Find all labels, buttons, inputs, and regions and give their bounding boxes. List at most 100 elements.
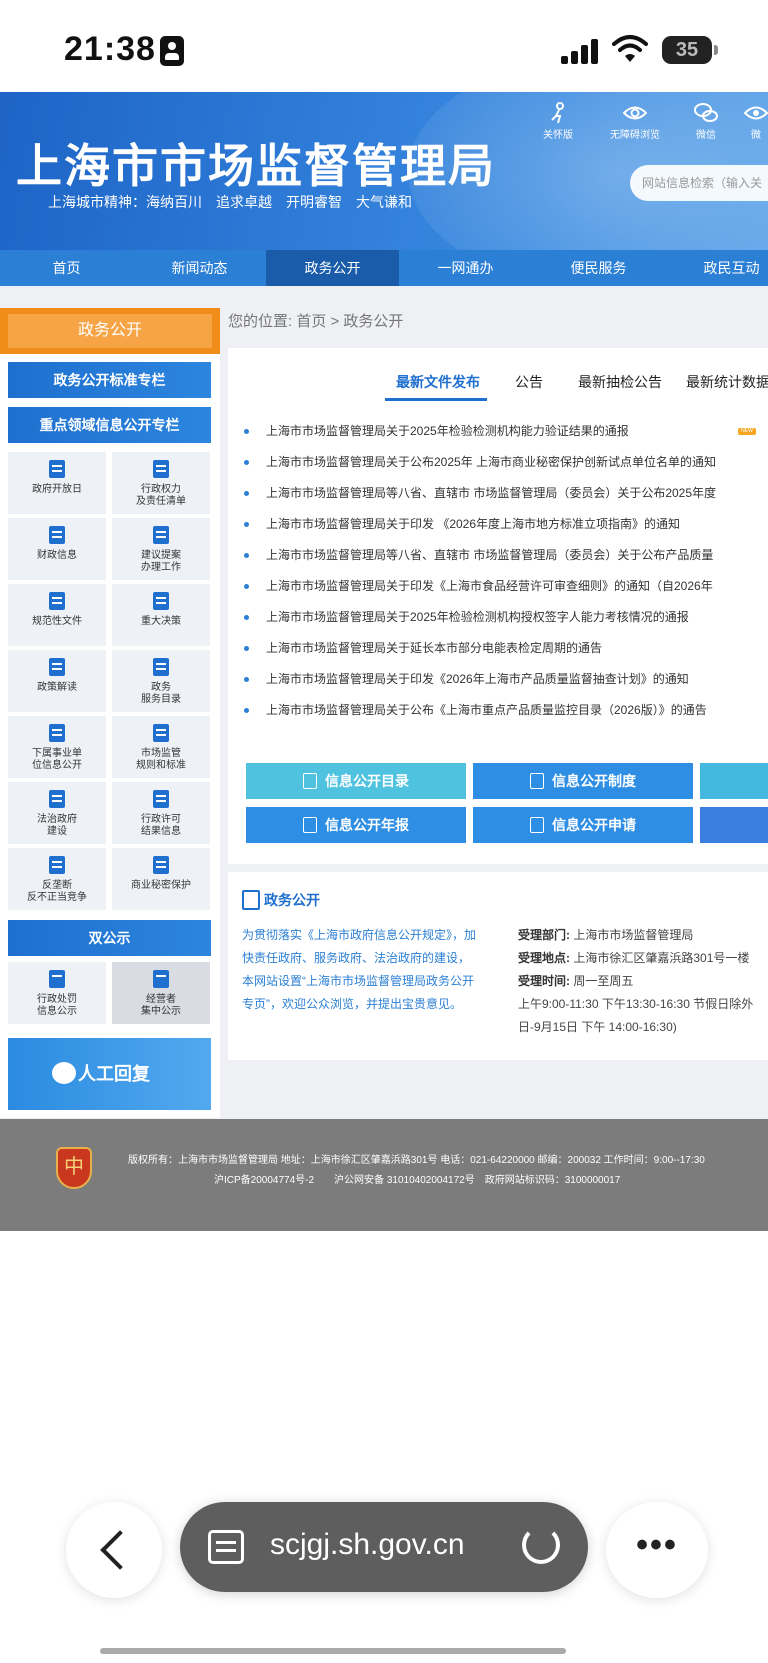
nav-gov-affairs[interactable]: 政务公开 [266,250,399,286]
info-button-label: 信息公开申请 [552,817,636,833]
info-button[interactable]: 信息公开目录 [246,763,466,799]
gov-open-section: 政务公开 为贯彻落实《上海市政府信息公开规定》，加快责任政府、服务政府、法治政府… [228,872,768,1060]
tab-latest-files[interactable]: 最新文件发布 [396,372,480,392]
sidebar: 政务公开 政务公开标准专栏 重点领域信息公开专栏 政府开放日 行政权力 及责任清单财… [0,308,220,1118]
sidebar-tile[interactable]: 商业秘密保护 [112,848,210,910]
breadcrumb: 您的位置: 首页 > 政务公开 [228,313,404,330]
wechat-button[interactable]: 微信 [676,102,736,141]
address-bar[interactable]: scjgj.sh.gov.cn [180,1502,588,1592]
tile-label-1: 反垄断 [42,880,72,891]
nav-news[interactable]: 新闻动态 [133,250,266,286]
tab-announcements[interactable]: 公告 [515,372,543,392]
browser-back-button[interactable] [66,1502,162,1598]
manual-reply-label: 人工回复 [78,1064,150,1084]
double-publicity-tile[interactable]: 行政处罚 信息公示 [8,962,106,1024]
sidebar-tile[interactable]: 法治政府 建设 [8,782,106,844]
wechat-label: 微信 [696,130,716,141]
dept-label: 受理部门: [518,928,570,942]
home-indicator [100,1648,566,1654]
sidebar-tile[interactable]: 规范性文件 [8,584,106,646]
footer-copyright: 版权所有：上海市市场监督管理局 地址：上海市徐汇区肇嘉浜路301号 电话：021… [128,1155,705,1166]
news-item[interactable]: 上海市市场监督管理局关于印发《2026年上海市产品质量监督抽查计划》的通知 [242,664,722,695]
sidebar-tile[interactable]: 政务 服务目录 [112,650,210,712]
nav-public-services[interactable]: 便民服务 [532,250,665,286]
active-tab-indicator [385,398,487,401]
sidebar-header: 政务公开 [0,308,220,354]
sidebar-tile[interactable]: 重大决策 [112,584,210,646]
manual-reply-banner[interactable]: 人工回复 [8,1038,211,1110]
info-icon [303,773,317,789]
sidebar-tile[interactable]: 政府开放日 [8,452,106,514]
hours-line-2: 日-9月15日 下午 14:00-16:30) [518,1020,677,1034]
info-button[interactable]: 信息公开年报 [246,807,466,843]
standard-column-button[interactable]: 政务公开标准专栏 [8,362,211,398]
news-item[interactable]: 上海市市场监督管理局关于延长本市部分电能表检定周期的通告 [242,633,722,664]
weibo-button[interactable]: 微 [738,102,768,141]
info-button-label: 信息公开年报 [325,817,409,833]
sidebar-tile[interactable]: 反垄断 反不正当竞争 [8,848,106,910]
hours-line-1: 上午9:00-11:30 下午13:30-16:30 节假日除外 [518,997,754,1011]
tile-label-1: 经营者 [146,994,176,1005]
news-item[interactable]: 上海市市场监督管理局关于公布《上海市重点产品质量监控目录（2026版）》的通告 [242,695,722,726]
sidebar-tile[interactable]: 建议提案 办理工作 [112,518,210,580]
nav-interaction[interactable]: 政民互动 [665,250,768,286]
info-button[interactable]: 信息公开申请 [473,807,693,843]
key-areas-column-button[interactable]: 重点领域信息公开专栏 [8,407,211,443]
nav-home[interactable]: 首页 [0,250,133,286]
sidebar-tile[interactable]: 行政权力 及责任清单 [112,452,210,514]
info-icon [530,773,544,789]
site-search-input[interactable]: 网站信息检索（输入关 [630,165,768,201]
double-publicity-header: 双公示 [8,920,211,956]
info-button[interactable] [700,807,768,843]
news-item[interactable]: 上海市市场监督管理局关于印发《上海市食品经营许可审查细则》的通知（自2026年 [242,571,722,602]
eye-icon [623,106,647,120]
tile-label-1: 行政处罚 [37,994,77,1005]
news-item[interactable]: 上海市市场监督管理局等八省、直辖市 市场监督管理局（委员会）关于公布产品质量 [242,540,722,571]
sidebar-tile[interactable]: 下属事业单 位信息公开 [8,716,106,778]
care-mode-button[interactable]: 关怀版 [528,102,588,141]
more-menu-button[interactable]: ••• [606,1502,708,1598]
tile-label-1: 行政许可 [141,814,181,825]
news-item[interactable]: 上海市市场监督管理局关于2025年检验检测机构能力验证结果的通报 [242,416,722,447]
url-text: scjgj.sh.gov.cn [270,1528,465,1561]
info-button[interactable]: 信息公开制度 [473,763,693,799]
gov-open-description: 为贯彻落实《上海市政府信息公开规定》，加快责任政府、服务政府、法治政府的建设，本… [242,928,477,1011]
yuan-icon [49,526,65,544]
news-item[interactable]: 上海市市场监督管理局关于印发 《2026年度上海市地方标准立项指南》的通知 [242,509,722,540]
accessibility-button[interactable]: 无障碍浏览 [604,102,666,141]
footer-icp[interactable]: 沪ICP备20004774号-2 沪公网安备 31010402004172号 政… [214,1171,620,1186]
calendar-icon [49,460,65,478]
news-item[interactable]: 上海市市场监督管理局等八省、直辖市 市场监督管理局（委员会）关于公布2025年度 [242,478,722,509]
sidebar-tile[interactable]: 财政信息 [8,518,106,580]
news-list: 上海市市场监督管理局关于2025年检验检测机构能力验证结果的通报 上海市市场监督管… [242,416,768,726]
nav-online-services[interactable]: 一网通办 [399,250,532,286]
tile-label-2: 规则和标准 [136,760,186,771]
notice-icon [153,970,169,988]
contact-card-icon [160,36,184,66]
status-bar: 21:38 35 [0,0,768,92]
sidebar-tile[interactable]: 行政许可 结果信息 [112,782,210,844]
info-button[interactable] [700,763,768,799]
tab-spot-check[interactable]: 最新抽检公告 [578,372,662,392]
acceptance-info: 受理部门: 上海市市场监督管理局 受理地点: 上海市徐汇区肇嘉浜路301号一楼 … [518,924,768,1039]
tile-label-2: 集中公示 [141,1006,181,1017]
reader-icon[interactable] [208,1530,244,1564]
time-value: 周一至周五 [573,974,634,988]
robot-icon [52,1062,76,1084]
site-title[interactable]: 上海市市场监督管理局 [16,130,496,196]
site-footer: 中 版权所有：上海市市场监督管理局 地址：上海市徐汇区肇嘉浜路301号 电话：0… [0,1119,768,1231]
sidebar-tile[interactable]: 市场监管 规则和标准 [112,716,210,778]
gov-error-correction-logo[interactable]: 中 [56,1147,92,1189]
news-item[interactable]: 上海市市场监督管理局关于公布2025年 上海市商业秘密保护创新试点单位名单的通知 [242,447,722,478]
reload-icon[interactable] [522,1526,560,1564]
sidebar-tile[interactable]: 政策解读 [8,650,106,712]
double-publicity-tile[interactable]: 经营者 集中公示 [112,962,210,1024]
site-header: 上海市市场监督管理局 上海城市精神：海纳百川 追求卓越 开明睿智 大气谦和 关怀… [0,92,768,250]
book-icon [49,658,65,676]
tab-statistics[interactable]: 最新统计数据 [686,372,768,392]
info-icon [530,817,544,833]
news-item[interactable]: 上海市市场监督管理局关于2025年检验检测机构授权签字人能力考核情况的通报 [242,602,722,633]
file-gear-icon [49,592,65,610]
tile-label-1: 政务 [151,682,171,693]
person-icon [153,460,169,478]
